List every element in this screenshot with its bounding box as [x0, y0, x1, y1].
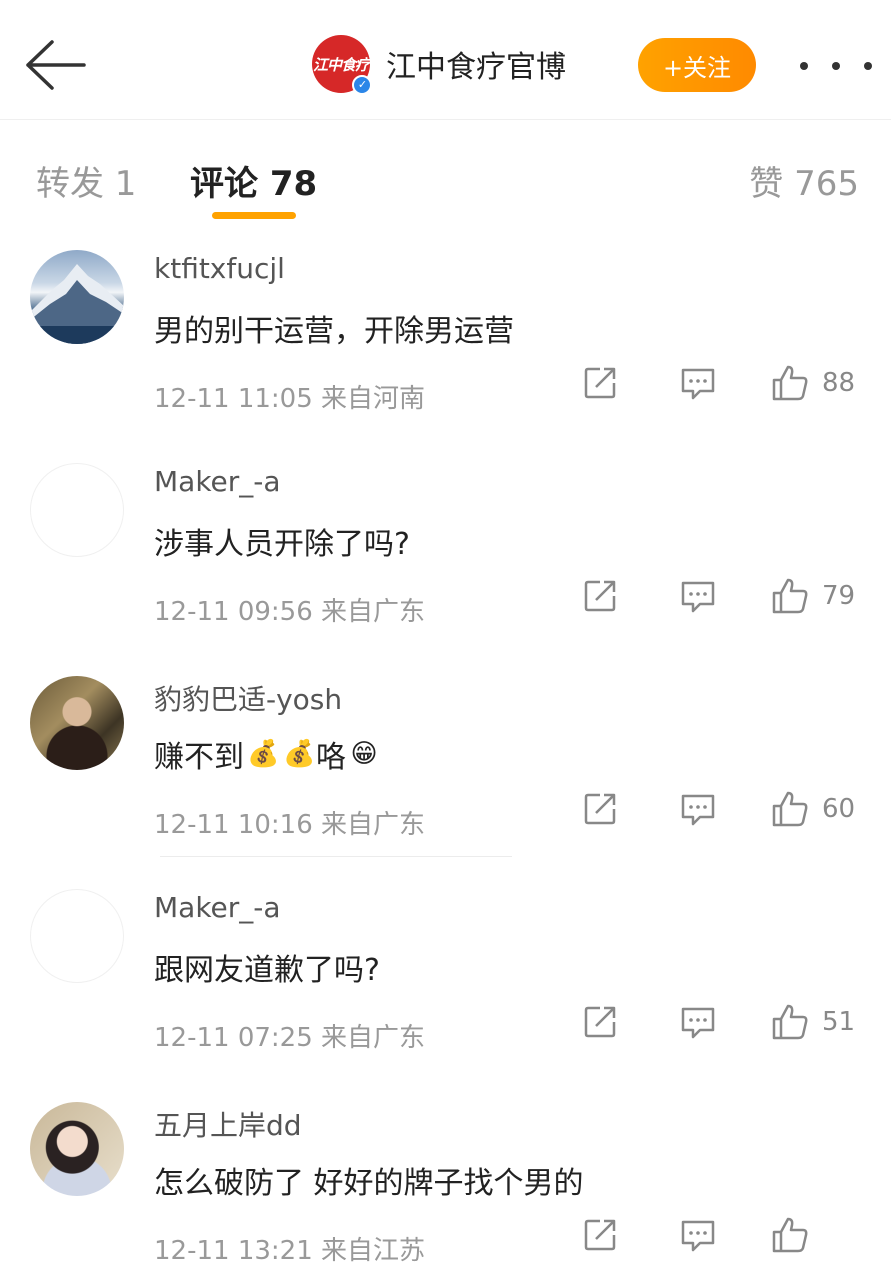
comment-text-part: 咯	[316, 740, 346, 775]
comment-item: Maker_-a 涉事人员开除了吗? 12-11 09:56 来自广东 79	[0, 443, 891, 657]
comment-bubble-icon	[681, 1007, 715, 1039]
reply-button[interactable]	[678, 571, 718, 621]
avatar[interactable]	[30, 250, 124, 344]
like-count: 79	[822, 581, 856, 611]
comment-bubble-icon	[681, 581, 715, 613]
logo-text: 江中食疗	[312, 55, 370, 74]
comment-actions: 79	[580, 571, 880, 621]
reply-button[interactable]	[678, 358, 718, 408]
avatar[interactable]	[30, 1102, 124, 1196]
thumbs-up-icon	[772, 365, 808, 401]
comment-text: 赚不到 💰 💰 咯 😁	[154, 732, 382, 776]
comment-actions: 60	[580, 784, 880, 834]
money-bag-emoji: 💰	[247, 739, 280, 769]
like-count: 88	[822, 368, 856, 398]
reply-button[interactable]	[678, 784, 718, 834]
share-icon	[584, 1219, 616, 1251]
account-info[interactable]: 江中食疗 ✓ 江中食疗官博	[312, 34, 566, 95]
like-count: 51	[822, 1007, 856, 1037]
comment-timestamp-location: 12-11 10:16 来自广东	[154, 810, 426, 840]
comment-timestamp-location: 12-11 09:56 来自广东	[154, 597, 426, 627]
comment-username[interactable]: Maker_-a	[154, 891, 281, 924]
share-button[interactable]	[580, 358, 620, 408]
thumbs-up-icon	[772, 578, 808, 614]
arrow-left-icon	[26, 40, 86, 90]
comment-item: ktfitxfucjl 男的别干运营，开除男运营 12-11 11:05 来自河…	[0, 230, 891, 444]
share-button[interactable]	[580, 1210, 620, 1260]
thumbs-up-icon	[772, 1217, 808, 1253]
comment-username[interactable]: 豹豹巴适-yosh	[154, 678, 342, 718]
tab-comments[interactable]: 评论 78	[190, 156, 317, 205]
share-button[interactable]	[580, 784, 620, 834]
avatar[interactable]	[30, 676, 124, 770]
reply-button[interactable]	[678, 1210, 718, 1260]
comment-text: 涉事人员开除了吗?	[154, 527, 410, 562]
comment-text: 跟网友道歉了吗?	[154, 953, 380, 988]
thumbs-up-icon	[772, 1004, 808, 1040]
comment-item: Maker_-a 跟网友道歉了吗? 12-11 07:25 来自广东 51	[0, 869, 891, 1083]
comment-bubble-icon	[681, 1220, 715, 1252]
like-button[interactable]: 51	[770, 997, 855, 1047]
share-icon	[584, 793, 616, 825]
account-name[interactable]: 江中食疗官博	[386, 42, 566, 86]
tab-bar: 转发 1 评论 78 赞 765	[0, 120, 891, 230]
mountain-avatar-image	[30, 264, 124, 344]
comment-bubble-icon	[681, 368, 715, 400]
comment-bubble-icon	[681, 794, 715, 826]
divider	[160, 856, 512, 857]
like-count: 60	[822, 794, 856, 824]
comment-actions	[580, 1210, 880, 1260]
account-logo[interactable]: 江中食疗 ✓	[312, 35, 372, 95]
grinning-face-emoji: 😁	[350, 739, 378, 769]
active-tab-indicator	[212, 212, 296, 219]
share-icon	[584, 1006, 616, 1038]
share-icon	[584, 367, 616, 399]
like-button[interactable]: 88	[770, 358, 855, 408]
avatar[interactable]	[30, 889, 124, 983]
back-button[interactable]	[22, 38, 86, 92]
like-button[interactable]: 60	[770, 784, 855, 834]
share-button[interactable]	[580, 997, 620, 1047]
comment-item: 五月上岸dd 怎么破防了 好好的牌子找个男的 12-11 13:21 来自江苏	[0, 1082, 891, 1280]
comment-username[interactable]: ktfitxfucjl	[154, 252, 285, 285]
comment-username[interactable]: Maker_-a	[154, 465, 281, 498]
avatar[interactable]	[30, 463, 124, 557]
comment-text: 男的别干运营，开除男运营	[154, 314, 514, 349]
comment-text-part: 赚不到	[154, 740, 244, 775]
comment-text: 怎么破防了 好好的牌子找个男的	[154, 1166, 584, 1201]
tab-likes[interactable]: 赞 765	[749, 156, 859, 205]
comment-actions: 51	[580, 997, 880, 1047]
more-horizontal-icon	[800, 62, 808, 70]
thumbs-up-icon	[772, 791, 808, 827]
follow-button[interactable]: +关注	[638, 38, 756, 92]
share-button[interactable]	[580, 571, 620, 621]
more-button[interactable]	[800, 46, 872, 86]
comment-timestamp-location: 12-11 11:05 来自河南	[154, 384, 426, 414]
share-icon	[584, 580, 616, 612]
comment-item: 豹豹巴适-yosh 赚不到 💰 💰 咯 😁 12-11 10:16 来自广东 6…	[0, 656, 891, 870]
comment-timestamp-location: 12-11 13:21 来自江苏	[154, 1236, 426, 1266]
like-button[interactable]	[770, 1210, 822, 1260]
verified-badge-icon: ✓	[352, 75, 372, 95]
money-bag-emoji: 💰	[283, 739, 316, 769]
comment-timestamp-location: 12-11 07:25 来自广东	[154, 1023, 426, 1053]
top-navigation-bar: 江中食疗 ✓ 江中食疗官博 +关注	[0, 0, 891, 120]
like-button[interactable]: 79	[770, 571, 855, 621]
tab-repost[interactable]: 转发 1	[36, 156, 136, 205]
comment-actions: 88	[580, 358, 880, 408]
reply-button[interactable]	[678, 997, 718, 1047]
comment-username[interactable]: 五月上岸dd	[154, 1104, 302, 1144]
